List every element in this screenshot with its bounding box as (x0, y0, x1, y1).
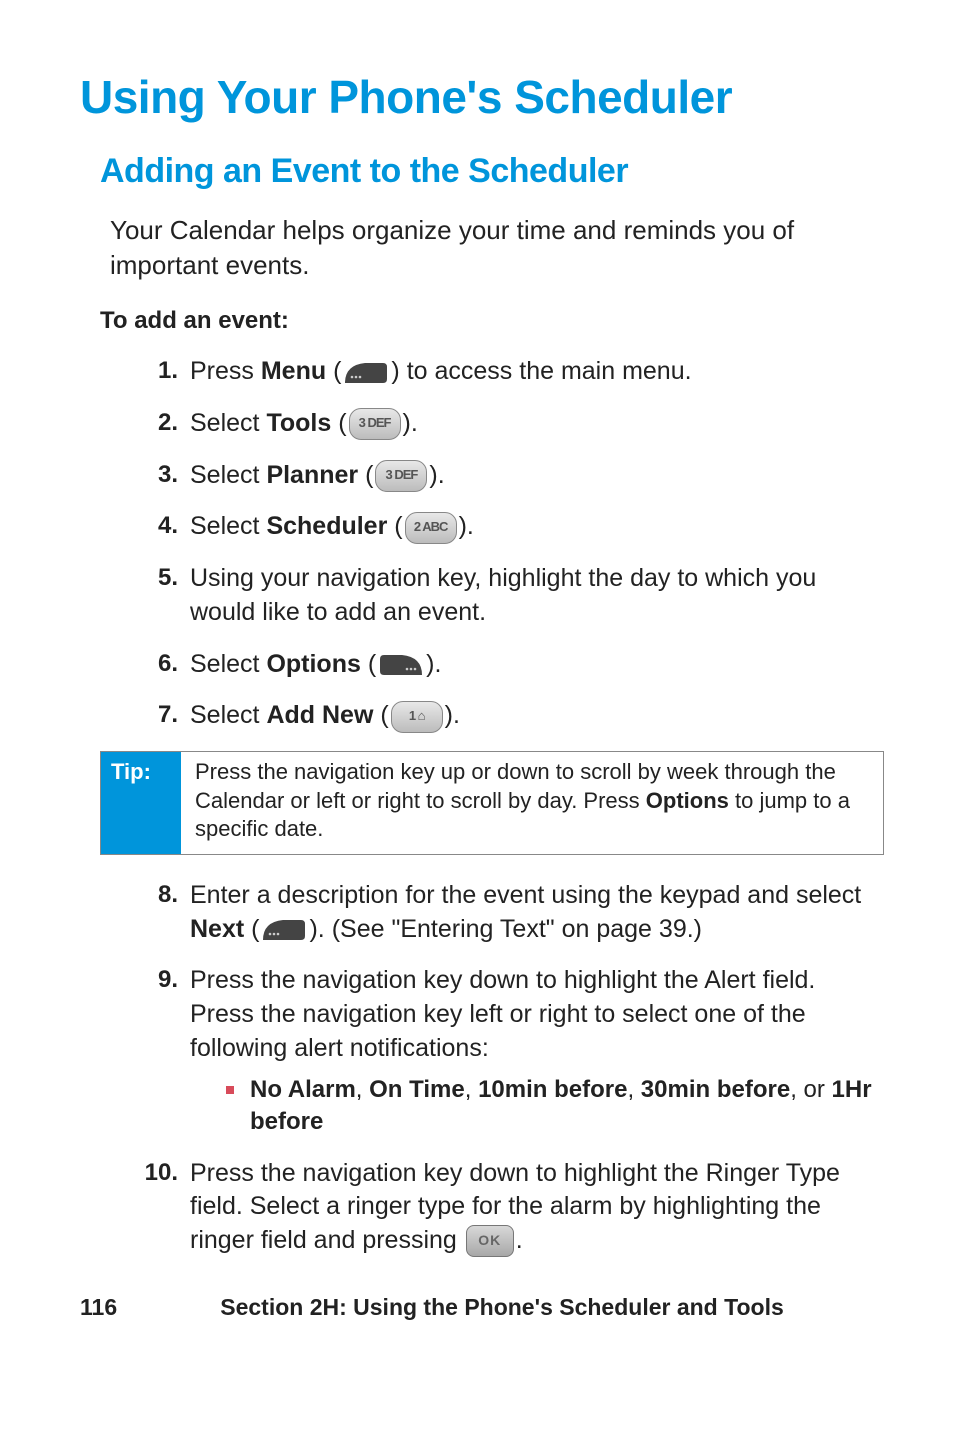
step-list-continued: 8 Enter a description for the event usin… (80, 879, 884, 1258)
step-bold: Add New (266, 701, 373, 729)
tip-body: Press the navigation key up or down to s… (181, 752, 883, 854)
procedure-heading: To add an event: (100, 307, 884, 335)
step-number: 3 (130, 459, 178, 491)
step-1: 1 Press Menu () to access the main menu. (130, 355, 884, 389)
step-10: 10 Press the navigation key down to high… (130, 1157, 884, 1258)
page-number: 116 (80, 1294, 200, 1321)
step-text: Press (190, 357, 261, 385)
key-2-icon: 2 ABC (405, 512, 457, 544)
tip-bold: Options (646, 788, 729, 813)
step-text-post: . (See "Entering Text" on page 39.) (318, 915, 702, 943)
tip-box: Tip: Press the navigation key up or down… (100, 751, 884, 855)
step-number: 8 (130, 879, 178, 911)
step-4: 4 Select Scheduler (2 ABC). (130, 510, 884, 544)
step-bold: Menu (261, 357, 326, 385)
step-6: 6 Select Options (). (130, 648, 884, 682)
step-number: 2 (130, 407, 178, 439)
step-bold: Tools (266, 409, 331, 437)
step-number: 7 (130, 699, 178, 731)
ok-key-icon: OK (466, 1225, 514, 1257)
step-text: Select (190, 650, 266, 678)
left-softkey-icon (261, 916, 307, 944)
step-text: Press the navigation key down to highlig… (190, 966, 815, 1062)
step-text: Using your navigation key, highlight the… (190, 564, 816, 626)
step-text: Select (190, 701, 266, 729)
step-bold: Scheduler (266, 512, 387, 540)
alert-option: No Alarm (250, 1076, 356, 1103)
step-list: 1 Press Menu () to access the main menu.… (80, 355, 884, 733)
step-number: 10 (130, 1157, 178, 1189)
step-8: 8 Enter a description for the event usin… (130, 879, 884, 947)
bullet-item: No Alarm, On Time, 10min before, 30min b… (226, 1074, 884, 1139)
step-2: 2 Select Tools (3 DEF). (130, 407, 884, 441)
step-bold: Options (266, 650, 360, 678)
right-softkey-icon (378, 651, 424, 679)
section-heading: Adding an Event to the Scheduler (100, 152, 884, 191)
manual-page: Using Your Phone's Scheduler Adding an E… (0, 0, 954, 1361)
footer-text: Section 2H: Using the Phone's Scheduler … (200, 1294, 884, 1321)
step-number: 5 (130, 562, 178, 594)
step-text: Select (190, 409, 266, 437)
page-title: Using Your Phone's Scheduler (80, 70, 884, 124)
step-text-post: to access the main menu. (400, 357, 692, 385)
step-number: 9 (130, 964, 178, 996)
key-1-icon: 1 ⌂ (391, 701, 443, 733)
step-text: Select (190, 512, 266, 540)
step-bold: Planner (266, 461, 358, 489)
bullet-list: No Alarm, On Time, 10min before, 30min b… (190, 1074, 884, 1139)
step-3: 3 Select Planner (3 DEF). (130, 459, 884, 493)
left-softkey-icon (343, 359, 389, 387)
step-number: 4 (130, 510, 178, 542)
step-number: 6 (130, 648, 178, 680)
alert-option: On Time (369, 1076, 465, 1103)
tip-label: Tip: (101, 752, 181, 854)
step-5: 5 Using your navigation key, highlight t… (130, 562, 884, 630)
step-text: Enter a description for the event using … (190, 881, 861, 909)
step-text-post: . (516, 1226, 523, 1254)
step-7: 7 Select Add New (1 ⌂). (130, 699, 884, 733)
step-bold: Next (190, 915, 244, 943)
step-number: 1 (130, 355, 178, 387)
key-3-icon: 3 DEF (349, 408, 401, 440)
step-text: Select (190, 461, 266, 489)
bullet-tail: , or (790, 1076, 831, 1103)
key-3-icon: 3 DEF (375, 460, 427, 492)
page-footer: 116 Section 2H: Using the Phone's Schedu… (80, 1294, 884, 1321)
step-9: 9 Press the navigation key down to highl… (130, 964, 884, 1138)
alert-option: 30min before (641, 1076, 790, 1103)
alert-option: 10min before (478, 1076, 627, 1103)
intro-paragraph: Your Calendar helps organize your time a… (110, 213, 884, 283)
